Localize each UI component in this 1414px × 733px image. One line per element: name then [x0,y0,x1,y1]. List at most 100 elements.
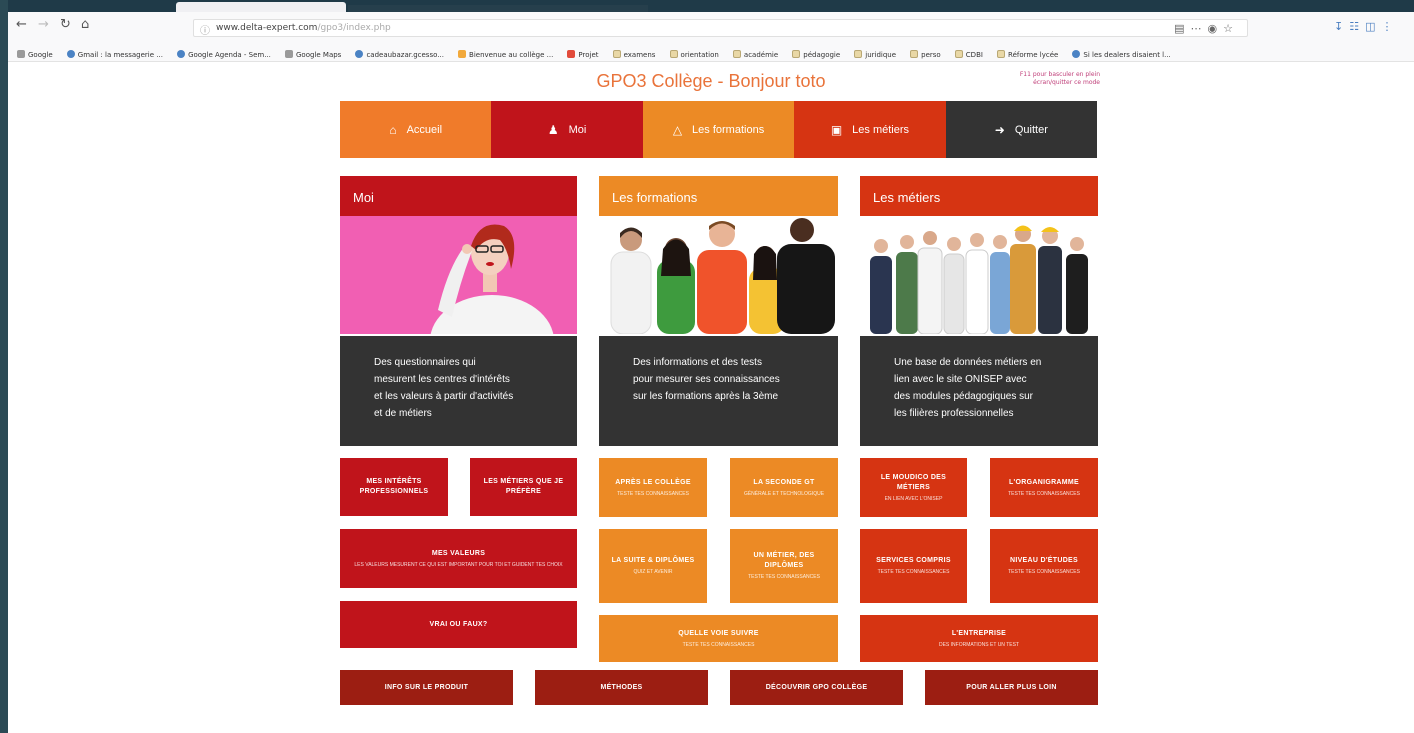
tab-strip [8,0,1414,12]
bookmark-folder[interactable]: juridique [854,45,896,61]
bookmark-item[interactable]: Projet [567,45,599,61]
tile-suite-diplomes[interactable]: LA SUITE & DIPLÔMES QUIZ ET AVENIR [599,529,707,603]
folder-icon [669,50,678,58]
page-actions-icon[interactable]: ⋯ [1191,22,1208,35]
user-icon: ♟ [547,122,559,137]
folder-icon [997,50,1006,58]
info-icon[interactable]: ⓘ [200,22,210,37]
nav-label: Quitter [1014,123,1048,136]
globe-icon [66,50,75,58]
bookmark-item[interactable]: Google Agenda - Sem... [177,45,271,61]
bookmark-item[interactable]: Bienvenue au collège ... [458,45,553,61]
nav-label: Accueil [406,123,443,136]
back-arrow-icon[interactable]: ← [16,17,27,32]
tile-quelle-voie[interactable]: QUELLE VOIE SUIVRE TESTE TES CONNAISSANC… [599,615,838,662]
home-icon: ⌂ [389,122,397,137]
bookmark-folder[interactable]: orientation [669,45,719,61]
browser-toolbar: ← → ↻ ⌂ ⓘ www.delta-expert.com/gpo3/inde… [8,12,1414,42]
metiers-description: Une base de données métiers en lien avec… [860,336,1098,446]
nav-accueil[interactable]: ⌂ Accueil [340,101,492,158]
nav-label: Les formations [692,123,765,136]
bookmark-item[interactable]: Google [17,45,53,61]
tile-services-compris[interactable]: SERVICES COMPRIS TESTE TES CONNAISSANCES [860,529,967,603]
tile-organigramme[interactable]: L'ORGANIGRAMME TESTE TES CONNAISSANCES [990,458,1098,517]
active-tab[interactable] [176,2,346,12]
bookmark-folder[interactable]: académie [732,45,778,61]
bookmark-item[interactable]: cadeaubazar.gcesso... [355,45,444,61]
info-produit-button[interactable]: INFO SUR LE PRODUIT [340,670,513,705]
bookmark-item[interactable]: Google Maps [285,45,341,61]
page-title: GPO3 Collège - Bonjour toto [596,71,826,91]
bookmarks-bar: Google Gmail : la messagerie ... Google … [8,42,1414,62]
tile-niveau-etudes[interactable]: NIVEAU D'ÉTUDES TESTE TES CONNAISSANCES [990,529,1098,603]
tile-metier-diplomes[interactable]: UN MÉTIER, DES DIPLÔMES TESTE TES CONNAI… [730,529,838,603]
globe-icon [1072,50,1081,58]
bookmark-item[interactable]: Gmail : la messagerie ... [66,45,163,61]
decouvrir-gpo-button[interactable]: DÉCOUVRIR GPO COLLÈGE [730,670,903,705]
page-icon [17,50,25,58]
formations-section-header[interactable]: Les formations [599,176,838,216]
forward-arrow-icon[interactable]: → [38,17,49,32]
url-domain: www.delta-expert.com [216,23,318,33]
menu-icon[interactable]: ⋮ [1382,20,1399,33]
address-bar[interactable]: ⓘ www.delta-expert.com/gpo3/index.php ▤⋯… [193,19,1248,37]
browser-window: ← → ↻ ⌂ ⓘ www.delta-expert.com/gpo3/inde… [8,0,1414,733]
tile-metiers-preferes[interactable]: LES MÉTIERS QUE JE PRÉFÈRE [470,458,577,516]
tile-seconde-gt[interactable]: LA SECONDE GT GÉNÉRALE ET TECHNOLOGIQUE [730,458,838,517]
page-icon [567,50,576,58]
bookmark-folder[interactable]: pédagogie [792,45,840,61]
page-icon [458,50,467,58]
folder-icon [954,50,963,58]
folder-icon [732,50,741,58]
sidebar-icon[interactable]: ◫ [1365,20,1381,33]
page-icon [285,50,293,58]
sign-out-icon: ➜ [994,122,1005,137]
library-icon[interactable]: ☷ [1349,20,1365,33]
reader-view-icon[interactable]: ▤ [1174,22,1190,35]
nav-quitter[interactable]: ➜ Quitter [945,101,1098,158]
folder-icon [792,50,801,58]
students-illustration [610,218,835,334]
bookmark-folder[interactable]: examens [612,45,655,61]
professionals-group-image[interactable] [860,216,1098,334]
woman-illustration [430,224,554,334]
professionals-illustration [870,225,1088,334]
reload-icon[interactable]: ↻ [60,17,71,32]
metiers-section-header[interactable]: Les métiers [860,176,1098,216]
moi-description: Des questionnaires qui mesurent les cent… [340,336,577,446]
tile-apres-college[interactable]: APRÈS LE COLLÈGE TESTE TES CONNAISSANCES [599,458,707,517]
students-group-image[interactable] [599,216,838,334]
url-path: /gpo3/index.php [317,23,391,33]
nav-moi[interactable]: ♟ Moi [491,101,643,158]
briefcase-icon: ▣ [830,122,843,137]
url-text[interactable]: www.delta-expert.com/gpo3/index.php [216,23,391,33]
formations-description: Des informations et des tests pour mesur… [599,336,838,446]
woman-with-glasses-image[interactable] [340,216,577,334]
nav-metiers[interactable]: ▣ Les métiers [794,101,946,158]
bookmark-folder[interactable]: Réforme lycée [997,45,1058,61]
methodes-button[interactable]: MÉTHODES [535,670,708,705]
tile-mes-interets[interactable]: MES INTÉRÊTS PROFESSIONNELS [340,458,448,516]
download-icon[interactable]: ↧ [1334,20,1349,33]
tile-mes-valeurs[interactable]: MES VALEURS LES VALEURS MESURENT CE QUI … [340,529,577,588]
bookmark-folder[interactable]: perso [910,45,941,61]
bookmark-folder[interactable]: CDBI [954,45,983,61]
nav-label: Les métiers [852,123,910,136]
tile-moudico[interactable]: LE MOUDICO DES MÉTIERS EN LIEN AVEC L'ON… [860,458,967,517]
tile-entreprise[interactable]: L'ENTREPRISE DES INFORMATIONS ET UN TEST [860,615,1098,662]
calendar-icon [177,50,186,58]
moi-section-header[interactable]: Moi [340,176,577,216]
fullscreen-hint: F11 pour basculer en plein écran/quitter… [1019,71,1100,86]
inactive-tab[interactable] [348,5,648,12]
bookmark-item[interactable]: Si les dealers disaient l... [1072,45,1171,61]
graduation-cap-icon: △ [672,122,683,137]
home-icon[interactable]: ⌂ [81,17,89,32]
bookmark-star-icon[interactable]: ☆ [1223,22,1239,35]
folder-icon [910,50,919,58]
nav-formations[interactable]: △ Les formations [642,101,795,158]
pocket-icon[interactable]: ◉ [1208,22,1224,35]
tile-vrai-ou-faux[interactable]: VRAI OU FAUX? [340,601,577,648]
aller-plus-loin-button[interactable]: POUR ALLER PLUS LOIN [925,670,1098,705]
toolbar-right-icons: ↧☷◫⋮ [1334,20,1399,33]
main-nav: ⌂ Accueil ♟ Moi △ Les formations ▣ Les m… [340,101,1098,158]
